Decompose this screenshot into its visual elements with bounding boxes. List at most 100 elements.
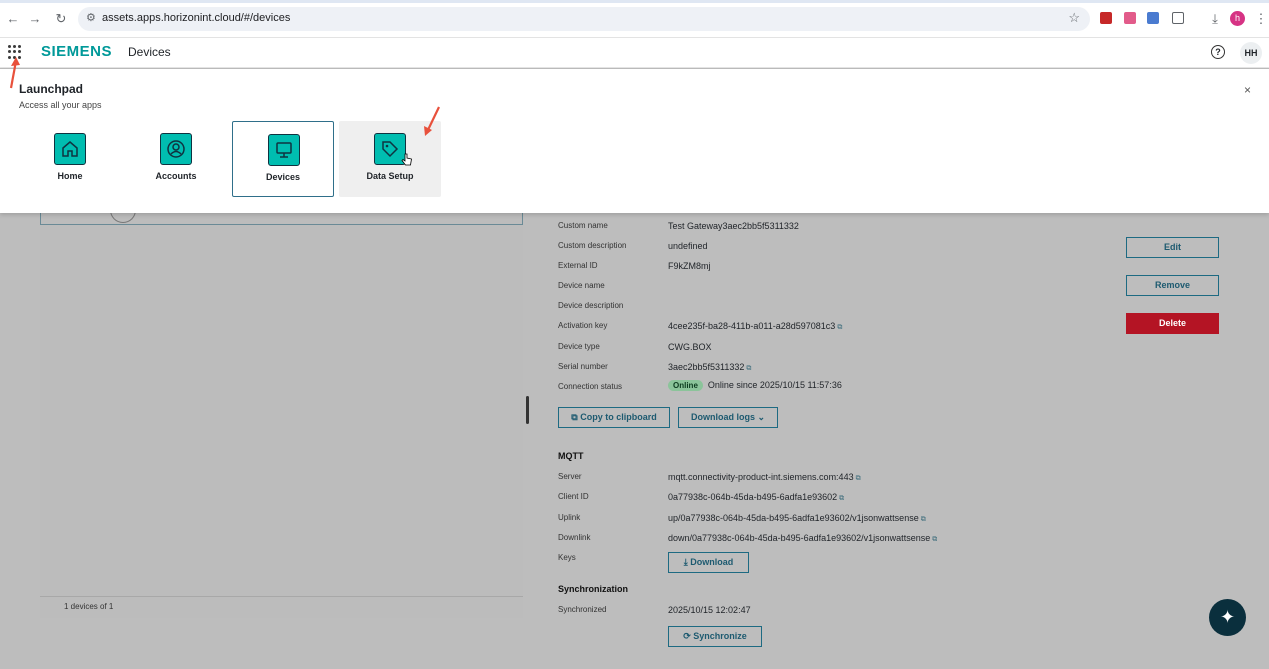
tile-home[interactable]: Home — [19, 121, 121, 197]
download-icon[interactable]: ⤓ — [1206, 10, 1224, 28]
extension-icon[interactable] — [1100, 12, 1112, 24]
siemens-logo: SIEMENS — [41, 43, 113, 60]
device-list-panel — [40, 203, 523, 617]
ai-assistant-sparkle-icon[interactable]: ✦ — [1209, 599, 1246, 636]
custom-name-label: Custom name — [558, 221, 608, 230]
device-type-label: Device type — [558, 342, 600, 351]
copy-icon[interactable]: ⧉ — [837, 324, 842, 331]
tile-home-label: Home — [57, 171, 83, 181]
monitor-icon — [268, 134, 300, 166]
copy-icon: ⧉ — [571, 412, 581, 422]
copy-to-clipboard-button[interactable]: ⧉ Copy to clipboard — [558, 407, 670, 428]
extension-icon[interactable] — [1124, 12, 1136, 24]
sync-section-title: Synchronization — [558, 584, 629, 594]
tile-data-setup-label: Data Setup — [366, 171, 414, 181]
edit-button[interactable]: Edit — [1126, 237, 1219, 258]
bookmark-star-icon[interactable]: ☆ — [1068, 10, 1080, 26]
translate-extension-icon[interactable] — [1147, 12, 1159, 24]
synchronize-label: Synchronize — [693, 631, 747, 641]
home-icon — [54, 133, 86, 165]
synchronize-button[interactable]: ⟳ Synchronize — [668, 626, 762, 647]
client-id-text: 0a77938c-064b-45da-b495-6adfa1e93602 — [668, 492, 838, 502]
uplink-text: up/0a77938c-064b-45da-b495-6adfa1e93602/… — [668, 513, 919, 523]
device-name-label: Device name — [558, 281, 605, 290]
launchpad-panel: Launchpad Access all your apps × Home Ac… — [0, 69, 1269, 213]
forward-icon[interactable]: → — [26, 10, 44, 28]
device-count: 1 devices of 1 — [64, 602, 114, 611]
device-type-value: CWG.BOX — [668, 342, 712, 352]
downlink-text: down/0a77938c-064b-45da-b495-6adfa1e9360… — [668, 533, 931, 543]
copy-icon[interactable]: ⧉ — [932, 536, 937, 543]
custom-description-label: Custom description — [558, 241, 627, 250]
launchpad-title: Launchpad — [19, 82, 84, 96]
user-circle-icon — [160, 133, 192, 165]
copy-icon[interactable]: ⧉ — [856, 475, 861, 482]
user-avatar[interactable]: HH — [1240, 42, 1262, 64]
app-title: Devices — [128, 45, 171, 59]
download-keys-button[interactable]: ⤓ Download — [668, 552, 749, 573]
serial-number-value: 3aec2bb5f5311332 ⧉ — [668, 362, 751, 373]
status-badge: Online — [668, 380, 703, 391]
download-logs-label: Download logs — [690, 412, 755, 422]
uplink-label: Uplink — [558, 513, 581, 522]
copy-button-label: Copy to clipboard — [580, 412, 657, 422]
tab-strip — [0, 0, 1269, 3]
synchronized-value: 2025/10/15 12:02:47 — [668, 605, 751, 615]
panel-resize-handle[interactable] — [526, 396, 529, 424]
mqtt-section-title: MQTT — [558, 451, 584, 461]
chevron-down-icon: ⌄ — [754, 412, 766, 422]
delete-button[interactable]: Delete — [1126, 313, 1219, 334]
serial-number-label: Serial number — [558, 362, 608, 371]
site-settings-icon[interactable]: ⚙ — [86, 11, 96, 24]
activation-key-value: 4cee235f-ba28-411b-a011-a28d597081c3 ⧉ — [668, 321, 842, 332]
remove-button[interactable]: Remove — [1126, 275, 1219, 296]
custom-name-value: Test Gateway3aec2bb5f5311332 — [668, 221, 799, 231]
launchpad-subtitle: Access all your apps — [19, 100, 102, 110]
downlink-label: Downlink — [558, 533, 591, 542]
copy-icon[interactable]: ⧉ — [746, 365, 751, 372]
keys-label: Keys — [558, 553, 576, 562]
annotation-arrow-icon — [424, 106, 440, 136]
download-keys-label: Download — [690, 557, 734, 567]
tile-accounts-label: Accounts — [155, 171, 197, 181]
external-id-value: F9kZM8mj — [668, 261, 711, 271]
online-since-text: Online since 2025/10/15 11:57:36 — [707, 380, 842, 390]
app-header: SIEMENS Devices ? HH — [0, 38, 1269, 68]
download-logs-button[interactable]: Download logs ⌄ — [678, 407, 778, 428]
client-id-label: Client ID — [558, 492, 589, 501]
tile-devices-label: Devices — [265, 172, 301, 182]
device-description-label: Device description — [558, 301, 624, 310]
tile-devices[interactable]: Devices — [232, 121, 334, 197]
browser-menu-icon[interactable]: ⋮ — [1252, 10, 1269, 28]
copy-icon[interactable]: ⧉ — [839, 495, 844, 502]
external-id-label: External ID — [558, 261, 598, 270]
activation-key-text: 4cee235f-ba28-411b-a011-a28d597081c3 — [668, 321, 836, 331]
sync-icon: ⟳ — [683, 631, 694, 641]
copy-icon[interactable]: ⧉ — [921, 516, 926, 523]
client-id-value: 0a77938c-064b-45da-b495-6adfa1e93602 ⧉ — [668, 492, 844, 503]
custom-description-value: undefined — [668, 241, 708, 251]
serial-number-text: 3aec2bb5f5311332 — [668, 362, 745, 372]
downlink-value: down/0a77938c-064b-45da-b495-6adfa1e9360… — [668, 533, 937, 544]
address-bar[interactable]: ⚙ assets.apps.horizonint.cloud/#/devices… — [78, 7, 1090, 31]
server-label: Server — [558, 472, 582, 481]
hand-cursor-icon — [401, 153, 412, 166]
annotation-arrow-icon — [9, 57, 20, 89]
server-text: mqtt.connectivity-product-int.siemens.co… — [668, 472, 854, 482]
browser-toolbar: ← → ↻ ⚙ assets.apps.horizonint.cloud/#/d… — [0, 0, 1269, 38]
activation-key-label: Activation key — [558, 321, 608, 330]
device-list-footer: 1 devices of 1 — [40, 596, 523, 618]
synchronized-label: Synchronized — [558, 605, 607, 614]
uplink-value: up/0a77938c-064b-45da-b495-6adfa1e93602/… — [668, 513, 926, 524]
back-icon[interactable]: ← — [4, 10, 22, 28]
connection-status-label: Connection status — [558, 382, 623, 391]
connection-status-value: Online Online since 2025/10/15 11:57:36 — [668, 380, 842, 391]
tile-accounts[interactable]: Accounts — [125, 121, 227, 197]
server-value: mqtt.connectivity-product-int.siemens.co… — [668, 472, 861, 483]
profile-avatar[interactable]: h — [1230, 11, 1245, 26]
url-text[interactable]: assets.apps.horizonint.cloud/#/devices — [102, 12, 290, 24]
reload-icon[interactable]: ↻ — [52, 10, 70, 28]
extensions-puzzle-icon[interactable] — [1172, 12, 1184, 24]
close-icon[interactable]: × — [1244, 83, 1251, 97]
help-icon[interactable]: ? — [1211, 45, 1225, 59]
